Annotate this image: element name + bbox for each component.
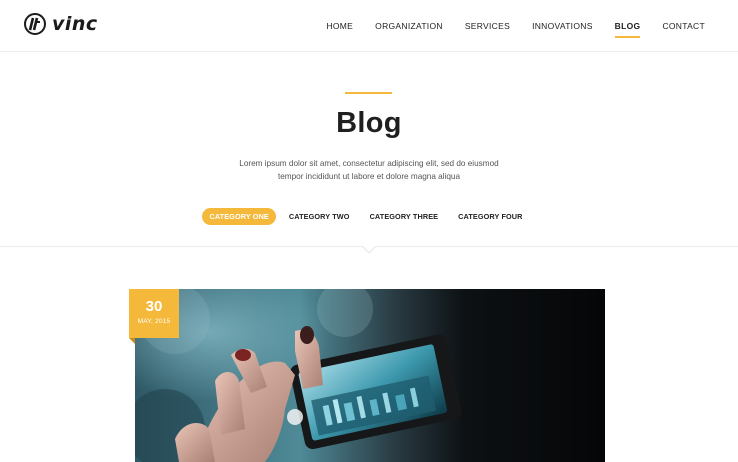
- nav-item-home[interactable]: HOME: [326, 21, 353, 31]
- category-two-tab[interactable]: CATEGORY TWO: [282, 208, 357, 225]
- section-pointer-fill: [363, 246, 375, 252]
- main-nav: HOME ORGANIZATION SERVICES INNOVATIONS B…: [304, 0, 705, 52]
- post-date-day: 30: [145, 298, 163, 315]
- category-filter: CATEGORY ONE CATEGORY TWO CATEGORY THREE…: [0, 208, 738, 225]
- category-three-tab[interactable]: CATEGORY THREE: [363, 208, 446, 225]
- phone-photo-image: [135, 289, 605, 462]
- category-one-tab[interactable]: CATEGORY ONE: [202, 208, 276, 225]
- post-date-badge: 30 MAY, 2015: [129, 289, 179, 344]
- logo-mark-icon: [24, 13, 46, 35]
- nav-item-organization[interactable]: ORGANIZATION: [375, 21, 443, 31]
- page-title: Blog: [336, 107, 402, 139]
- nav-item-blog[interactable]: BLOG: [614, 21, 641, 38]
- title-accent-rule: [345, 92, 392, 94]
- page-description: Lorem ipsum dolor sit amet, consectetur …: [239, 159, 499, 181]
- nav-item-services[interactable]: SERVICES: [465, 21, 510, 31]
- nav-item-innovations[interactable]: INNOVATIONS: [532, 21, 593, 31]
- nav-item-contact[interactable]: CONTACT: [662, 21, 705, 31]
- post-featured-image[interactable]: [135, 289, 605, 462]
- post-date-month: MAY, 2015: [137, 318, 171, 325]
- category-four-tab[interactable]: CATEGORY FOUR: [451, 208, 529, 225]
- logo-text: vinc: [52, 13, 98, 35]
- blog-hero: Blog Lorem ipsum dolor sit amet, consect…: [0, 53, 738, 247]
- logo[interactable]: vinc: [24, 12, 98, 36]
- site-header: vinc HOME ORGANIZATION SERVICES INNOVATI…: [0, 0, 738, 52]
